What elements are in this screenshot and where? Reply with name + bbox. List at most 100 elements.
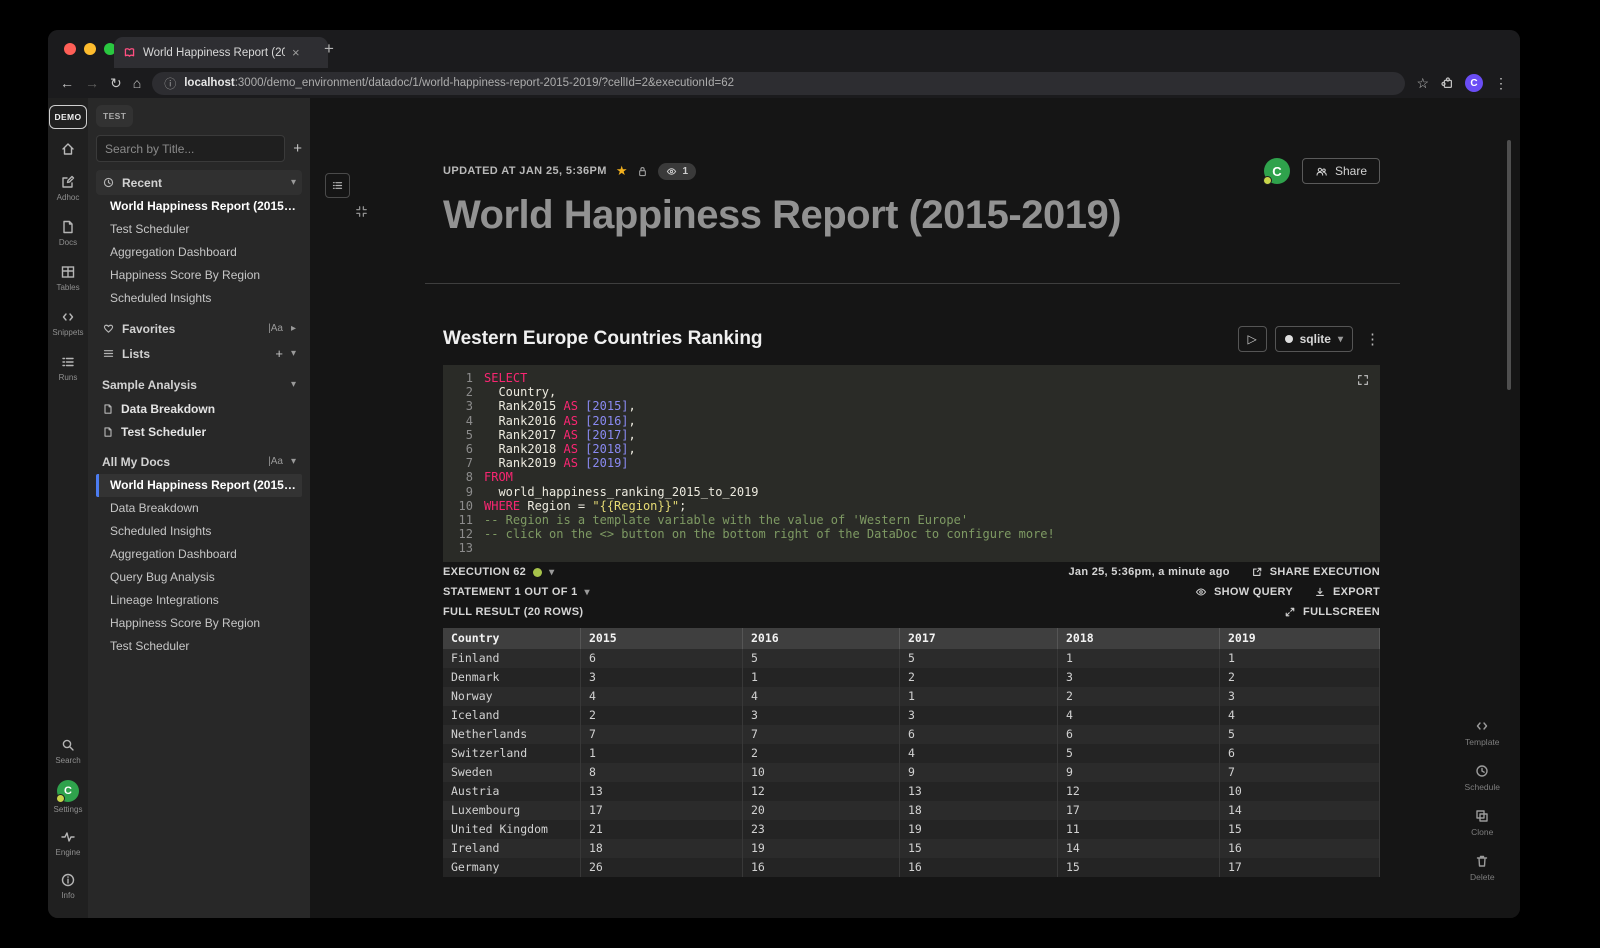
clone-button[interactable]: Clone <box>1471 808 1493 837</box>
column-header[interactable]: 2015 <box>581 628 743 649</box>
chevron-down-icon[interactable]: ▾ <box>291 177 296 188</box>
sort-alpha-icon[interactable]: |Aa <box>268 323 283 334</box>
share-button[interactable]: Share <box>1302 158 1380 184</box>
section-recent[interactable]: Recent ▾ <box>96 170 302 195</box>
share-execution-button[interactable]: SHARE EXECUTION <box>1270 566 1380 578</box>
my-docs-list: World Happiness Report (2015-2019)Data B… <box>96 474 302 658</box>
doc-list-item[interactable]: Data Breakdown <box>96 397 302 420</box>
chevron-down-icon[interactable]: ▾ <box>291 379 296 390</box>
delete-button[interactable]: Delete <box>1470 853 1495 882</box>
favorite-star-icon[interactable]: ★ <box>616 163 628 179</box>
engine-status-button[interactable]: Engine <box>56 829 81 857</box>
list-item[interactable]: World Happiness Report (2015-2019) <box>96 195 302 218</box>
add-list-plus-icon[interactable]: + <box>275 346 283 361</box>
engine-selector[interactable]: sqlite ▾ <box>1275 326 1353 352</box>
template-button[interactable]: Template <box>1465 718 1500 747</box>
sidebar-item-runs[interactable]: Runs <box>59 354 78 382</box>
section-sample-analysis[interactable]: Sample Analysis ▾ <box>96 372 302 397</box>
export-button[interactable]: EXPORT <box>1333 586 1380 598</box>
sidebar-item-snippets[interactable]: Snippets <box>52 309 83 337</box>
table-row: Denmark31232 <box>443 668 1380 687</box>
sort-alpha-icon[interactable]: |Aa <box>268 456 283 467</box>
env-tab-demo[interactable]: DEMO <box>49 105 86 129</box>
forward-icon[interactable]: → <box>85 76 99 90</box>
section-all-my-docs[interactable]: All My Docs |Aa▾ <box>96 449 302 474</box>
site-info-icon[interactable]: ⓘ <box>164 75 176 92</box>
chevron-down-icon[interactable]: ▾ <box>291 348 296 359</box>
table-row: Finland65511 <box>443 649 1380 668</box>
column-header[interactable]: 2018 <box>1058 628 1220 649</box>
list-item[interactable]: Happiness Score By Region <box>96 264 302 287</box>
bookmark-star-icon[interactable]: ☆ <box>1416 75 1429 92</box>
env-tab-test[interactable]: TEST <box>96 105 133 127</box>
list-item[interactable]: Lineage Integrations <box>96 589 302 612</box>
collapse-cells-button[interactable] <box>354 204 369 219</box>
execution-label[interactable]: EXECUTION 62 <box>443 566 526 578</box>
code-line: 9 world_happiness_ranking_2015_to_2019 <box>443 485 1380 499</box>
list-item[interactable]: Query Bug Analysis <box>96 566 302 589</box>
close-window-button[interactable] <box>64 43 76 55</box>
fullscreen-button[interactable]: FULLSCREEN <box>1303 606 1380 618</box>
column-header[interactable]: Country <box>443 628 581 649</box>
search-button[interactable]: Search <box>55 737 80 765</box>
cell-title[interactable]: Western Europe Countries Ranking <box>443 328 763 350</box>
new-tab-button[interactable]: + <box>324 39 334 59</box>
home-icon[interactable]: ⌂ <box>133 76 141 90</box>
doc-owner-avatar[interactable]: C <box>1264 158 1290 184</box>
extensions-puzzle-icon[interactable] <box>1440 76 1454 90</box>
info-button[interactable]: Info <box>60 872 76 900</box>
settings-button[interactable]: C Settings <box>54 780 83 814</box>
table-cell: 1 <box>1058 649 1220 668</box>
chevron-down-icon[interactable]: ▾ <box>291 456 296 467</box>
list-item[interactable]: Aggregation Dashboard <box>96 241 302 264</box>
minimize-window-button[interactable] <box>84 43 96 55</box>
viewer-count-badge[interactable]: 1 <box>658 163 696 180</box>
lock-icon[interactable] <box>636 165 649 178</box>
list-item[interactable]: Data Breakdown <box>96 497 302 520</box>
result-table[interactable]: Country20152016201720182019 Finland65511… <box>443 628 1380 880</box>
column-header[interactable]: 2017 <box>900 628 1058 649</box>
table-row: Ireland1819151416 <box>443 839 1380 858</box>
list-item[interactable]: Scheduled Insights <box>96 520 302 543</box>
cell-menu-kebab-icon[interactable]: ⋮ <box>1365 330 1380 348</box>
run-query-button[interactable]: ▷ <box>1238 326 1267 352</box>
section-favorites[interactable]: Favorites |Aa▸ <box>96 316 302 341</box>
statement-label[interactable]: STATEMENT 1 OUT OF 1 <box>443 586 578 598</box>
back-icon[interactable]: ← <box>60 76 74 90</box>
home-nav-icon[interactable] <box>60 141 76 157</box>
schedule-button[interactable]: Schedule <box>1465 763 1500 792</box>
show-query-button[interactable]: SHOW QUERY <box>1214 586 1293 598</box>
browser-menu-kebab-icon[interactable]: ⋮ <box>1494 75 1508 92</box>
sidebar-item-tables[interactable]: Tables <box>56 264 79 292</box>
list-item[interactable]: Scheduled Insights <box>96 287 302 310</box>
sidebar-item-docs[interactable]: Docs <box>59 219 77 247</box>
list-item[interactable]: Test Scheduler <box>96 635 302 658</box>
list-item[interactable]: World Happiness Report (2015-2019) <box>96 474 302 497</box>
list-item[interactable]: Test Scheduler <box>96 218 302 241</box>
column-header[interactable]: 2016 <box>743 628 900 649</box>
table-cell: 21 <box>581 820 743 839</box>
address-bar[interactable]: ⓘ localhost:3000/demo_environment/datado… <box>152 72 1405 95</box>
search-input[interactable] <box>96 135 285 162</box>
expand-editor-icon[interactable] <box>1356 373 1370 387</box>
scrollbar-thumb[interactable] <box>1507 140 1511 390</box>
section-lists[interactable]: Lists +▾ <box>96 341 302 366</box>
chevron-down-icon[interactable]: ▾ <box>585 587 590 598</box>
browser-tab[interactable]: World Happiness Report (2015-2019) × <box>114 37 328 68</box>
sidebar-item-adhoc[interactable]: Adhoc <box>57 174 80 202</box>
page-title[interactable]: World Happiness Report (2015-2019) <box>443 193 1121 238</box>
table-cell: 7 <box>581 725 743 744</box>
list-item[interactable]: Happiness Score By Region <box>96 612 302 635</box>
new-doc-plus-icon[interactable]: + <box>293 140 302 157</box>
doc-list-item[interactable]: Test Scheduler <box>96 420 302 443</box>
table-cell: 2 <box>581 706 743 725</box>
column-header[interactable]: 2019 <box>1220 628 1380 649</box>
chevron-down-icon[interactable]: ▾ <box>549 567 554 578</box>
chevron-right-icon[interactable]: ▸ <box>291 323 296 334</box>
table-of-contents-button[interactable] <box>325 173 350 198</box>
query-editor[interactable]: 1SELECT2 Country,3 Rank2015 AS [2015],4 … <box>443 365 1380 562</box>
list-item[interactable]: Aggregation Dashboard <box>96 543 302 566</box>
browser-profile-avatar[interactable]: C <box>1465 74 1483 92</box>
tab-close-icon[interactable]: × <box>292 46 300 59</box>
reload-icon[interactable]: ↻ <box>110 76 122 90</box>
